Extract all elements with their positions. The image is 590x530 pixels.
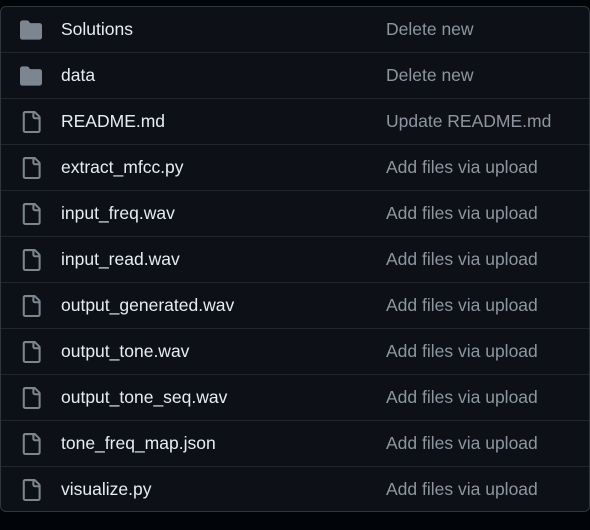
file-icon xyxy=(20,387,42,409)
folder-icon xyxy=(20,19,42,41)
file-name-link[interactable]: README.md xyxy=(61,99,165,144)
file-name-link[interactable]: output_tone.wav xyxy=(61,329,189,374)
file-icon xyxy=(20,295,42,317)
file-row-extract-mfcc[interactable]: extract_mfcc.py Add files via upload xyxy=(1,145,589,191)
commit-message-link[interactable]: Update README.md xyxy=(386,99,551,144)
file-icon xyxy=(20,111,42,133)
folder-icon xyxy=(20,65,42,87)
file-name-link[interactable]: extract_mfcc.py xyxy=(61,145,184,190)
commit-message-link[interactable]: Delete new xyxy=(386,53,474,98)
repository-file-list: Solutions Delete new data Delete new REA… xyxy=(0,6,590,512)
file-row-visualize[interactable]: visualize.py Add files via upload xyxy=(1,467,589,511)
file-icon xyxy=(20,433,42,455)
file-row-readme[interactable]: README.md Update README.md xyxy=(1,99,589,145)
commit-message-link[interactable]: Add files via upload xyxy=(386,145,538,190)
file-name-link[interactable]: output_tone_seq.wav xyxy=(61,375,227,420)
file-name-link[interactable]: visualize.py xyxy=(61,467,151,511)
file-row-input-read[interactable]: input_read.wav Add files via upload xyxy=(1,237,589,283)
file-name-link[interactable]: input_read.wav xyxy=(61,237,180,282)
file-name-link[interactable]: data xyxy=(61,53,95,98)
file-row-output-tone-seq[interactable]: output_tone_seq.wav Add files via upload xyxy=(1,375,589,421)
file-name-link[interactable]: Solutions xyxy=(61,7,133,52)
file-row-input-freq[interactable]: input_freq.wav Add files via upload xyxy=(1,191,589,237)
file-row-output-tone[interactable]: output_tone.wav Add files via upload xyxy=(1,329,589,375)
commit-message-link[interactable]: Add files via upload xyxy=(386,237,538,282)
commit-message-link[interactable]: Add files via upload xyxy=(386,375,538,420)
file-icon xyxy=(20,157,42,179)
file-icon xyxy=(20,341,42,363)
file-row-output-generated[interactable]: output_generated.wav Add files via uploa… xyxy=(1,283,589,329)
file-name-link[interactable]: tone_freq_map.json xyxy=(61,421,216,466)
file-row-solutions[interactable]: Solutions Delete new xyxy=(1,7,589,53)
file-icon xyxy=(20,249,42,271)
file-icon xyxy=(20,479,42,501)
commit-message-link[interactable]: Delete new xyxy=(386,7,474,52)
file-row-data[interactable]: data Delete new xyxy=(1,53,589,99)
commit-message-link[interactable]: Add files via upload xyxy=(386,467,538,511)
file-name-link[interactable]: input_freq.wav xyxy=(61,191,175,236)
file-name-link[interactable]: output_generated.wav xyxy=(61,283,234,328)
commit-message-link[interactable]: Add files via upload xyxy=(386,191,538,236)
file-icon xyxy=(20,203,42,225)
commit-message-link[interactable]: Add files via upload xyxy=(386,283,538,328)
file-row-tone-freq-map[interactable]: tone_freq_map.json Add files via upload xyxy=(1,421,589,467)
commit-message-link[interactable]: Add files via upload xyxy=(386,421,538,466)
commit-message-link[interactable]: Add files via upload xyxy=(386,329,538,374)
